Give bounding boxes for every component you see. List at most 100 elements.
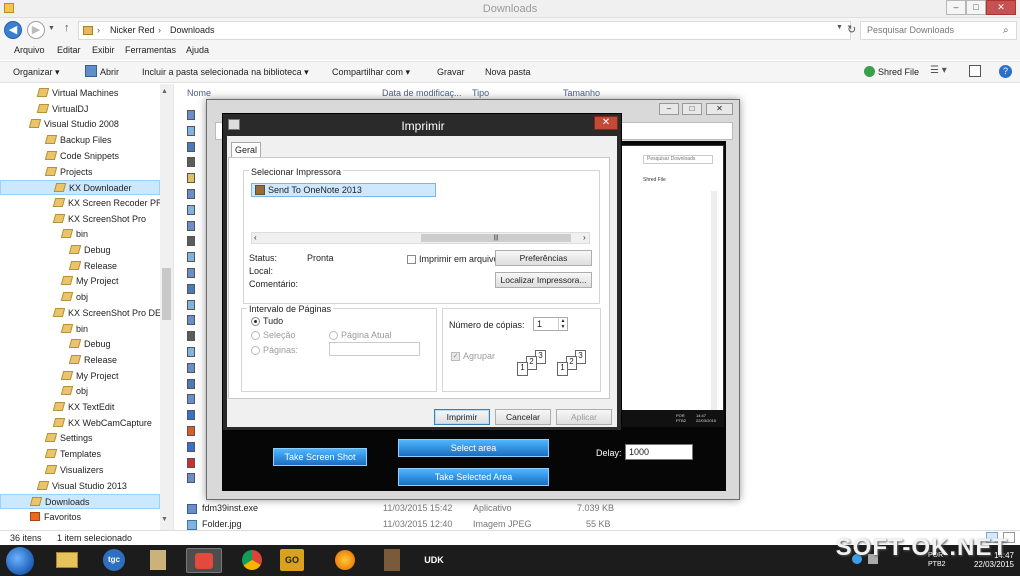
cancel-button[interactable]: Cancelar (495, 409, 551, 425)
share-button[interactable]: Compartilhar com ▾ (332, 67, 410, 78)
sidebar-item[interactable]: obj (0, 384, 160, 399)
print-to-file-checkbox[interactable] (407, 255, 416, 264)
sidebar-item[interactable]: KX ScreenShot Pro (0, 212, 160, 227)
sidebar-item[interactable]: KX TextEdit (0, 400, 160, 415)
sidebar-item[interactable]: Release (0, 259, 160, 274)
new-folder-button[interactable]: Nova pasta (485, 67, 531, 77)
menu-arquivo[interactable]: Arquivo (14, 45, 45, 55)
menu-ferramentas[interactable]: Ferramentas (125, 45, 176, 55)
sidebar-item[interactable]: KX Screen Recoder PRO (0, 196, 170, 211)
column-size[interactable]: Tamanho (563, 88, 600, 98)
back-arrow-icon[interactable]: ◀ (4, 21, 22, 39)
radio-all[interactable] (251, 317, 260, 326)
file-icon[interactable] (187, 109, 207, 121)
sidebar-item[interactable]: KX Downloader (0, 180, 160, 196)
file-icon[interactable] (187, 220, 207, 232)
file-icon[interactable] (187, 346, 207, 358)
chrome-icon[interactable] (242, 550, 262, 571)
radio-selection[interactable] (251, 331, 260, 340)
table-row[interactable]: Folder.jpg 11/03/2015 12:40 Imagem JPEG … (187, 519, 627, 530)
udk-icon[interactable]: UDK (421, 548, 447, 573)
view-options-icon[interactable]: ☰ ▾ (930, 65, 947, 76)
file-icon[interactable] (187, 393, 207, 405)
shred-file-button[interactable]: Shred File (878, 67, 919, 77)
copies-spinner-icon[interactable]: ▲ ▼ (558, 318, 567, 330)
forward-arrow-icon[interactable]: ▶ (27, 21, 45, 39)
sidebar-item[interactable]: Code Snippets (0, 149, 160, 164)
start-button[interactable] (6, 547, 34, 575)
sidebar-item[interactable]: KX ScreenShot Pro DEM (0, 306, 169, 321)
radio-current-page[interactable] (329, 331, 338, 340)
file-icon[interactable] (187, 457, 207, 469)
sidebar-item[interactable]: KX WebCamCapture (0, 416, 160, 431)
sidebar-item[interactable]: Projects (0, 165, 160, 180)
app-close-button[interactable]: ✕ (706, 103, 733, 115)
scroll-left-icon[interactable]: ‹ (254, 233, 257, 242)
delay-input[interactable]: 1000 (625, 444, 693, 460)
maximize-button[interactable]: □ (966, 0, 986, 15)
game-character-icon[interactable] (384, 549, 400, 572)
menu-ajuda[interactable]: Ajuda (186, 45, 209, 55)
file-icon[interactable] (187, 425, 207, 437)
file-icon[interactable] (187, 172, 207, 184)
minimize-button[interactable]: – (946, 0, 966, 15)
take-screen-shot-button[interactable]: Take Screen Shot (273, 448, 367, 466)
copies-input[interactable]: 1 ▲ ▼ (533, 317, 568, 331)
column-date[interactable]: Data de modificaç... (382, 88, 462, 98)
menu-editar[interactable]: Editar (57, 45, 81, 55)
app-maximize-button[interactable]: □ (682, 103, 702, 115)
tab-geral[interactable]: Geral (231, 142, 261, 158)
sidebar-item[interactable]: Favoritos (0, 510, 160, 525)
search-icon[interactable]: ⌕ (1003, 25, 1009, 36)
up-arrow-icon[interactable]: ↑ (64, 22, 70, 34)
sidebar-item[interactable]: My Project (0, 369, 160, 384)
pages-input[interactable] (329, 342, 420, 356)
table-row[interactable]: fdm39inst.exe 11/03/2015 15:42 Aplicativ… (187, 503, 627, 516)
breadcrumb-item[interactable]: Downloads (170, 25, 215, 35)
counter-strike-icon[interactable] (150, 550, 166, 571)
file-explorer-icon[interactable] (56, 552, 78, 569)
file-icon[interactable] (187, 378, 207, 390)
file-icon[interactable] (187, 330, 207, 342)
recent-dropdown-icon[interactable]: ▼ (48, 25, 55, 32)
file-icon[interactable] (187, 314, 207, 326)
file-icon[interactable] (187, 409, 207, 421)
sidebar-item[interactable]: Release (0, 353, 160, 368)
tgc-icon[interactable]: tgc (103, 549, 125, 571)
help-icon[interactable]: ? (999, 65, 1012, 78)
file-icon[interactable] (187, 141, 207, 153)
file-icon[interactable] (187, 235, 207, 247)
take-selected-area-button[interactable]: Take Selected Area (398, 468, 549, 486)
sidebar-item[interactable]: Templates (0, 447, 160, 462)
close-button[interactable]: ✕ (986, 0, 1016, 15)
burn-button[interactable]: Gravar (437, 67, 465, 77)
open-button[interactable]: Abrir (100, 67, 119, 77)
file-icon[interactable] (187, 156, 207, 168)
firefox-icon[interactable] (335, 550, 355, 571)
address-bar[interactable]: › Nicker Red › Downloads (78, 21, 851, 40)
file-icon[interactable] (187, 472, 207, 484)
printer-list-scrollbar[interactable]: ‹ ||| › (251, 232, 590, 244)
sidebar-item[interactable]: Visual Studio 2008 (0, 117, 160, 132)
sidebar-item[interactable]: Debug (0, 337, 160, 352)
scroll-thumb[interactable]: ||| (421, 234, 571, 242)
apply-button[interactable]: Aplicar (556, 409, 612, 425)
file-icon[interactable] (187, 283, 207, 295)
sidebar-item[interactable]: VirtualDJ (0, 102, 160, 117)
file-icon[interactable] (187, 188, 207, 200)
sidebar-item[interactable]: Backup Files (0, 133, 160, 148)
file-icon[interactable] (187, 204, 207, 216)
find-printer-button[interactable]: Localizar Impressora... (495, 272, 592, 288)
nav-scroll-thumb[interactable] (162, 268, 171, 320)
sidebar-item[interactable]: obj (0, 290, 160, 305)
menu-exibir[interactable]: Exibir (92, 45, 115, 55)
scroll-right-icon[interactable]: › (583, 233, 586, 242)
organize-button[interactable]: Organizar ▾ (13, 67, 60, 78)
refresh-icon[interactable]: ↻ (847, 23, 856, 36)
print-button[interactable]: Imprimir (434, 409, 490, 425)
dialog-close-button[interactable]: ✕ (594, 116, 618, 130)
file-icon[interactable] (187, 267, 207, 279)
include-library-button[interactable]: Incluir a pasta selecionada na bibliotec… (142, 67, 309, 78)
screenshot-app-icon[interactable] (195, 553, 213, 570)
column-type[interactable]: Tipo (472, 88, 489, 98)
